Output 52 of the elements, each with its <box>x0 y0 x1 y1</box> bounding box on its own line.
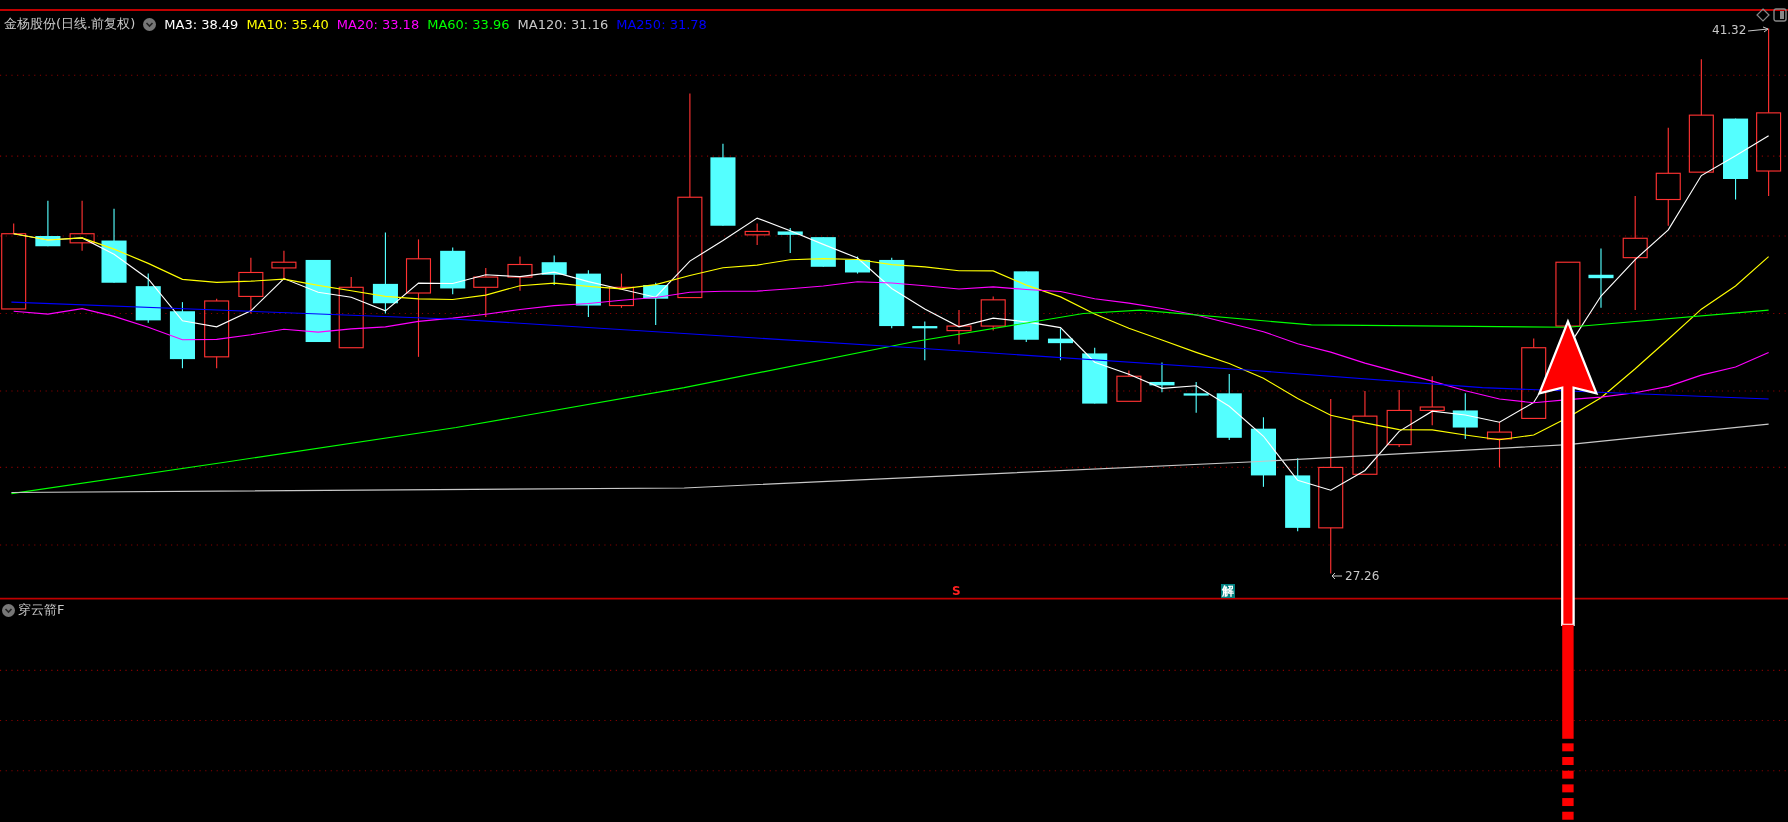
candlestick <box>541 254 567 286</box>
dropdown-chevron-icon[interactable] <box>2 603 15 617</box>
high-price-label: 41.32 <box>1712 23 1747 37</box>
candlestick <box>744 222 770 246</box>
candlestick <box>1486 421 1513 468</box>
candlestick <box>946 309 972 345</box>
candlestick <box>1183 381 1209 414</box>
candlestick <box>204 298 230 369</box>
candlestick <box>879 257 905 329</box>
candlestick <box>912 320 938 361</box>
candlestick <box>135 273 161 324</box>
candlestick <box>238 257 264 315</box>
candlestick <box>608 273 634 309</box>
moving-average-label: MA250: 31.78 <box>616 16 707 32</box>
chart-title: 金杨股份(日线.前复权) <box>4 15 136 33</box>
dropdown-chevron-icon[interactable] <box>143 17 157 31</box>
candlestick <box>440 246 466 295</box>
candlestick <box>1216 373 1242 441</box>
candlestick <box>1116 369 1142 402</box>
diamond-icon[interactable] <box>1756 8 1770 22</box>
candlestick <box>473 267 499 318</box>
leader-arrow-icon <box>1331 572 1343 580</box>
candlestick <box>777 227 803 254</box>
candlestick <box>1555 261 1581 327</box>
candlestick <box>169 301 195 369</box>
candlestick <box>643 282 669 326</box>
candlestick <box>69 200 95 252</box>
signal-marker: 解 <box>1221 584 1235 598</box>
candlestick <box>1082 347 1108 405</box>
candlestick <box>271 250 297 280</box>
candlestick <box>1047 327 1074 361</box>
candlestick <box>1419 375 1445 426</box>
candlestick <box>1588 247 1614 309</box>
moving-average-label: MA120: 31.16 <box>517 16 609 32</box>
moving-average-label: MA3: 38.49 <box>164 16 239 32</box>
candlestick <box>810 236 836 268</box>
candlestick <box>35 200 61 247</box>
moving-average-label: MA20: 33.18 <box>336 16 420 32</box>
moving-average-label: MA10: 35.40 <box>246 16 329 32</box>
candlestick <box>1149 362 1175 393</box>
candlestick <box>980 295 1006 332</box>
sell-signal-marker: S <box>952 584 961 598</box>
candlestick <box>1250 416 1276 488</box>
candlestick <box>507 255 533 292</box>
indicator-title: 穿云箭F <box>18 601 65 619</box>
low-price-label: 27.26 <box>1345 569 1380 583</box>
candlestick <box>1386 389 1412 448</box>
candlestick <box>1452 392 1478 440</box>
panel-toggle-icon[interactable] <box>1773 8 1787 22</box>
leader-arrow-icon <box>1747 26 1770 34</box>
candlestick <box>575 269 601 318</box>
moving-average-label: MA60: 33.96 <box>427 16 510 32</box>
